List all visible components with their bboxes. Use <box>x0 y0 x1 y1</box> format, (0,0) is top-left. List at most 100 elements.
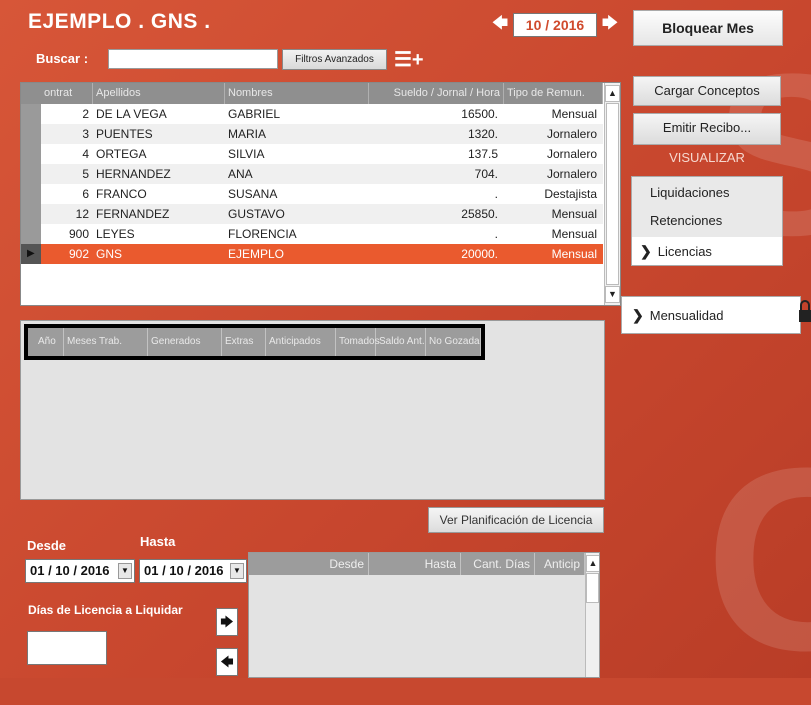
hasta-label: Hasta <box>140 534 176 549</box>
period-display[interactable]: 10 / 2016 <box>513 13 597 37</box>
load-concepts-button[interactable]: Cargar Conceptos <box>633 76 781 106</box>
col-header-sueldo[interactable]: Sueldo / Jornal / Hora <box>369 83 504 104</box>
col-header-anticip[interactable]: Anticip <box>535 553 585 575</box>
row-selector[interactable] <box>21 224 41 244</box>
table-cell: Destajista <box>544 187 597 201</box>
table-cell: ANA <box>228 167 253 181</box>
mensualidad-button[interactable]: ❯ Mensualidad <box>621 296 801 334</box>
watermark-o: G <box>705 415 811 705</box>
visualizar-menu: Liquidaciones Retenciones ❯ Licencias <box>631 176 783 266</box>
licencias-col-header[interactable]: Extras <box>222 328 266 356</box>
table-cell: 20000. <box>461 247 498 261</box>
row-selector[interactable] <box>21 164 41 184</box>
view-leave-plan-button[interactable]: Ver Planificación de Licencia <box>428 507 604 533</box>
col-header-cant-dias[interactable]: Cant. Días <box>461 553 535 575</box>
table-cell: GUSTAVO <box>228 207 285 221</box>
lock-month-button[interactable]: Bloquear Mes <box>633 10 783 46</box>
arrow-right-icon: 🡆 <box>220 614 234 629</box>
visualizar-heading: VISUALIZAR <box>669 150 745 165</box>
table-cell: Mensual <box>551 247 597 261</box>
chevron-right-icon: ❯ <box>632 307 644 323</box>
table-cell: 137.5 <box>467 147 498 161</box>
licencias-col-header[interactable]: Meses Trab. <box>64 328 148 356</box>
desde-date-select[interactable]: 01 / 10 / 2016 ▼ <box>25 559 135 583</box>
licencias-col-header[interactable]: No Gozada <box>426 328 481 356</box>
list-add-icon[interactable]: ☰+ <box>394 49 426 73</box>
col-header-desde[interactable]: Desde <box>249 553 369 575</box>
table-cell: Mensual <box>551 207 597 221</box>
menu-item-retenciones[interactable]: Retenciones <box>632 207 782 235</box>
licencias-col-header[interactable]: Año <box>28 328 64 356</box>
leave-detail-header: Desde Hasta Cant. Días Anticip <box>249 553 585 575</box>
table-cell: 6 <box>82 187 89 201</box>
issue-receipt-button[interactable]: Emitir Recibo... <box>633 113 781 145</box>
table-row[interactable]: 6 FRANCO SUSANA. Destajista <box>21 184 603 204</box>
table-cell: 3 <box>82 127 89 141</box>
scroll-thumb[interactable] <box>606 103 619 285</box>
row-selector[interactable] <box>21 184 41 204</box>
col-header-tipo[interactable]: Tipo de Remun. <box>504 83 603 104</box>
table-cell: 16500. <box>461 107 498 121</box>
chevron-down-icon[interactable]: ▼ <box>230 563 244 579</box>
col-header-apellidos[interactable]: Apellidos <box>93 83 225 104</box>
row-selector[interactable] <box>21 144 41 164</box>
arrow-left-icon: 🡄 <box>220 654 234 669</box>
scroll-down-icon[interactable]: ▼ <box>605 286 620 303</box>
row-selector[interactable] <box>21 104 41 124</box>
search-input[interactable] <box>108 49 278 69</box>
table-row[interactable]: 4 ORTEGA SILVIA 137.5 Jornalero <box>21 144 603 164</box>
table-row[interactable]: ▶ 902 GNS EJEMPLO 20000. Mensual <box>21 244 603 264</box>
table-cell: Mensual <box>551 227 597 241</box>
menu-item-liquidaciones[interactable]: Liquidaciones <box>632 179 782 207</box>
add-days-button[interactable]: 🡆 <box>216 608 238 636</box>
detail-scrollbar[interactable]: ▲ <box>585 553 599 677</box>
grid-scrollbar[interactable]: ▲ ▼ <box>604 83 620 305</box>
scroll-thumb[interactable] <box>586 573 599 603</box>
table-cell: 1320. <box>467 127 498 141</box>
table-cell: DE LA VEGA <box>96 107 167 121</box>
chevron-down-icon[interactable]: ▼ <box>118 563 132 579</box>
menu-item-licencias[interactable]: ❯ Licencias <box>632 237 782 265</box>
table-row[interactable]: 2 DE LA VEGA GABRIEL 16500. Mensual <box>21 104 603 124</box>
desde-label: Desde <box>27 538 67 553</box>
table-cell: GNS <box>96 247 123 261</box>
scroll-up-icon[interactable]: ▲ <box>586 555 599 572</box>
lock-icon[interactable] <box>798 298 811 328</box>
table-row[interactable]: 5 HERNANDEZ ANA 704. Jornalero <box>21 164 603 184</box>
prev-period-button[interactable]: 🡄 <box>489 14 511 36</box>
table-cell: . <box>494 227 498 241</box>
table-cell: . <box>494 187 498 201</box>
next-period-button[interactable]: 🡆 <box>599 14 621 36</box>
licencias-col-header[interactable]: Saldo Ant. <box>376 328 426 356</box>
grid-header: ontrat Apellidos Nombres Sueldo / Jornal… <box>21 83 603 104</box>
col-header-contrato[interactable]: ontrat <box>41 83 93 104</box>
col-header-nombres[interactable]: Nombres <box>225 83 369 104</box>
remove-days-button[interactable]: 🡄 <box>216 648 238 676</box>
licencias-col-header[interactable]: Tomados <box>336 328 380 356</box>
leave-detail-table: Desde Hasta Cant. Días Anticip ▲ <box>248 552 600 678</box>
table-cell: Jornalero <box>546 147 597 161</box>
licencias-col-header[interactable]: Anticipados <box>266 328 336 356</box>
row-selector[interactable] <box>21 204 41 224</box>
table-cell: HERNANDEZ <box>96 167 171 181</box>
row-selector[interactable] <box>21 124 41 144</box>
app-title: EJEMPLO . GNS . <box>28 10 211 33</box>
advanced-filters-button[interactable]: Filtros Avanzados <box>282 49 387 70</box>
days-input[interactable] <box>27 631 107 665</box>
table-cell: FERNANDEZ <box>96 207 170 221</box>
table-cell: GABRIEL <box>228 107 281 121</box>
col-header-hasta[interactable]: Hasta <box>369 553 461 575</box>
table-row[interactable]: 900 LEYES FLORENCIA. Mensual <box>21 224 603 244</box>
table-cell: 902 <box>68 247 89 261</box>
table-row[interactable]: 12 FERNANDEZ GUSTAVO 25850. Mensual <box>21 204 603 224</box>
table-cell: ORTEGA <box>96 147 147 161</box>
table-cell: 25850. <box>461 207 498 221</box>
arrow-left-icon: 🡄 <box>491 15 509 32</box>
search-label: Buscar : <box>36 51 89 66</box>
scroll-up-icon[interactable]: ▲ <box>605 85 620 102</box>
row-selector[interactable]: ▶ <box>21 244 41 264</box>
licencias-col-header[interactable]: Generados <box>148 328 222 356</box>
table-cell: Jornalero <box>546 167 597 181</box>
table-row[interactable]: 3 PUENTES MARIA 1320. Jornalero <box>21 124 603 144</box>
hasta-date-select[interactable]: 01 / 10 / 2016 ▼ <box>139 559 247 583</box>
